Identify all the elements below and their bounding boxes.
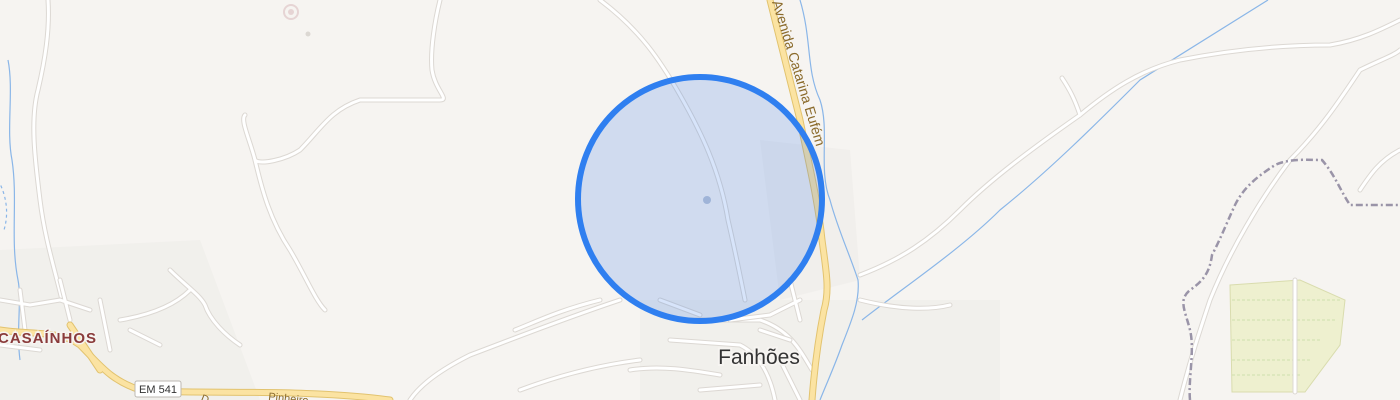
location-accuracy-circle[interactable] — [575, 74, 825, 324]
farm-field — [1229, 279, 1346, 393]
route-shield-label: EM 541 — [139, 384, 177, 396]
poi-marker — [283, 4, 311, 37]
landuse-patches — [0, 140, 1000, 400]
map-canvas[interactable]: Avenida Catarina Eufém EM 541 Pinheiro D… — [0, 0, 1400, 400]
place-label-fanhoes: Fanhões — [718, 346, 800, 369]
place-label-casainhos: CASAÍNHOS — [0, 330, 97, 347]
map-layer: Avenida Catarina Eufém EM 541 Pinheiro D… — [0, 0, 1400, 400]
route-shield: EM 541 — [134, 380, 182, 398]
